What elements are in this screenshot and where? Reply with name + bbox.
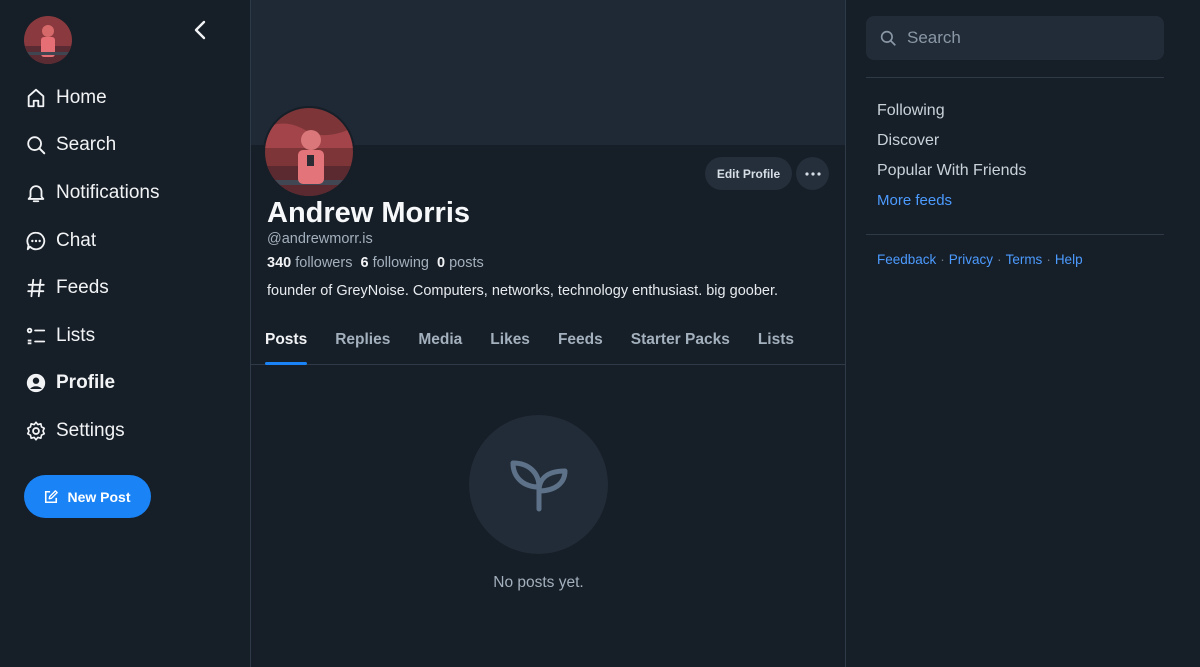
search-icon [879,29,897,47]
nav-item-profile[interactable]: Profile [24,360,234,408]
nav-item-chat[interactable]: Chat [24,217,234,265]
search-box[interactable] [866,16,1164,60]
feed-link-following[interactable]: Following [877,100,1026,130]
search-input[interactable] [907,28,1147,48]
user-avatar[interactable] [24,16,72,64]
edit-icon [44,489,59,504]
tab-feeds[interactable]: Feeds [558,316,603,364]
edit-profile-button[interactable]: Edit Profile [705,157,792,190]
nav-item-notifications[interactable]: Notifications [24,169,234,217]
nav-label: Home [56,86,107,108]
nav-item-settings[interactable]: Settings [24,407,234,455]
footer-links: Feedback · Privacy · Terms · Help [877,252,1083,267]
more-feeds-link[interactable]: More feeds [877,190,1026,220]
search-icon [24,133,48,157]
following-count: 6 [360,255,369,271]
new-post-label: New Post [67,488,131,505]
chat-icon [24,229,48,253]
tab-starter-packs[interactable]: Starter Packs [631,316,730,364]
tab-replies[interactable]: Replies [335,316,390,364]
collapse-sidebar-button[interactable] [186,16,214,44]
empty-state-text: No posts yet. [493,574,584,591]
divider [866,234,1164,235]
left-sidebar: Home Search Notifications Chat Feeds Lis… [0,0,250,667]
ellipsis-icon [804,171,821,176]
separator-dot: · [940,252,945,267]
nav-item-home[interactable]: Home [24,74,234,122]
more-options-button[interactable] [796,157,829,190]
nav-item-search[interactable]: Search [24,122,234,170]
seedling-icon [510,460,567,511]
profile-tabs: Posts Replies Media Likes Feeds Starter … [251,316,845,365]
display-name: Andrew Morris [267,197,471,229]
following-label: following [372,255,429,271]
following-link[interactable]: 6 following [360,255,429,271]
terms-link[interactable]: Terms [1006,252,1043,267]
new-post-button[interactable]: New Post [24,475,151,518]
followers-link[interactable]: 340 followers [267,255,352,271]
tab-media[interactable]: Media [418,316,462,364]
separator-dot: · [1046,252,1051,267]
feed-link-popular-with-friends[interactable]: Popular With Friends [877,160,1026,190]
chevron-left-icon [194,20,206,40]
tab-posts[interactable]: Posts [265,316,308,365]
posts-label: posts [449,255,484,271]
separator-dot: · [997,252,1002,267]
profile-bio: founder of GreyNoise. Computers, network… [267,283,779,299]
empty-state-illustration [469,415,608,554]
profile-avatar[interactable] [263,106,355,198]
nav-label: Profile [56,372,116,394]
list-icon [24,324,48,348]
posts-count: 0 [436,255,446,271]
followers-label: followers [295,255,353,271]
help-link[interactable]: Help [1055,252,1083,267]
nav-label: Feeds [56,277,109,299]
tab-likes[interactable]: Likes [490,316,530,364]
bell-icon [24,181,48,205]
profile-stats: 340 followers 6 following 0 posts [267,255,492,271]
followers-count: 340 [267,255,292,271]
nav-label: Lists [56,324,96,346]
home-icon [24,86,48,110]
nav-item-lists[interactable]: Lists [24,312,234,360]
posts-stat: 0 posts [437,255,484,271]
right-sidebar: Following Discover Popular With Friends … [846,0,1200,667]
nav-item-feeds[interactable]: Feeds [24,264,234,312]
nav-label: Notifications [56,181,160,203]
profile-handle: @andrewmorr.is [267,231,373,247]
user-circle-icon [24,371,48,395]
feed-link-discover[interactable]: Discover [877,130,1026,160]
divider [866,77,1164,78]
hash-icon [24,276,48,300]
nav-label: Chat [56,229,97,251]
feeds-list: Following Discover Popular With Friends … [877,100,1026,220]
app-root: Home Search Notifications Chat Feeds Lis… [0,0,1200,667]
main-nav: Home Search Notifications Chat Feeds Lis… [24,74,234,455]
privacy-link[interactable]: Privacy [949,252,993,267]
nav-label: Search [56,134,117,156]
gear-icon [24,419,48,443]
nav-label: Settings [56,419,125,441]
feedback-link[interactable]: Feedback [877,252,936,267]
tab-lists[interactable]: Lists [758,316,794,364]
profile-main: Edit Profile Andrew Morris @andrewmorr.i… [250,0,846,667]
